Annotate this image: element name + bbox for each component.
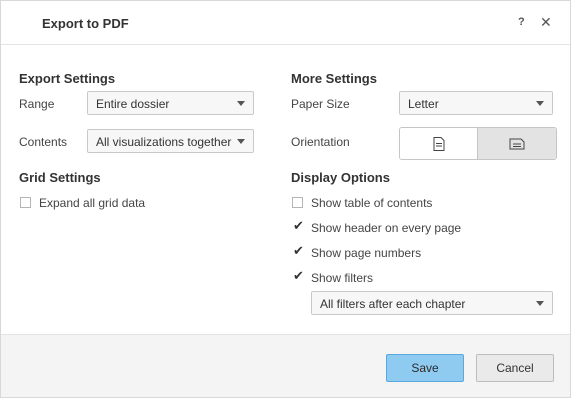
export-settings-title: Export Settings [19, 71, 116, 86]
checkmark-icon: ✔ [293, 268, 304, 283]
dialog-footer: Save Cancel [1, 334, 570, 397]
help-icon[interactable]: ? [518, 16, 525, 28]
show-header-label: Show header on every page [311, 221, 462, 235]
range-select[interactable]: Entire dossier [87, 91, 254, 115]
document-portrait-icon [433, 136, 444, 151]
show-filters-checkbox[interactable]: ✔ Show filters [292, 268, 472, 285]
chevron-down-icon [536, 101, 544, 106]
expand-grid-label: Expand all grid data [39, 196, 146, 210]
contents-select[interactable]: All visualizations together [87, 129, 254, 153]
expand-grid-checkbox[interactable]: Expand all grid data [20, 196, 180, 210]
show-page-numbers-checkbox[interactable]: ✔ Show page numbers [292, 243, 472, 260]
more-settings-title: More Settings [291, 71, 377, 86]
save-button[interactable]: Save [386, 354, 464, 382]
paper-size-select-value: Letter [408, 97, 439, 111]
range-label: Range [19, 97, 55, 111]
orientation-label: Orientation [291, 135, 350, 149]
show-toc-label: Show table of contents [311, 196, 433, 210]
paper-size-label: Paper Size [291, 97, 350, 111]
chevron-down-icon [536, 301, 544, 306]
dialog-header: Export to PDF ? ✕ [1, 1, 570, 45]
checkbox-box [20, 197, 31, 208]
show-page-numbers-label: Show page numbers [311, 246, 422, 260]
orientation-landscape-button[interactable] [478, 128, 556, 159]
filters-mode-select-value: All filters after each chapter [320, 297, 466, 311]
checkmark-icon: ✔ [293, 243, 304, 258]
chevron-down-icon [237, 101, 245, 106]
dialog-title: Export to PDF [42, 16, 129, 31]
chevron-down-icon [237, 139, 245, 144]
checkbox-box [292, 197, 303, 208]
filters-mode-select[interactable]: All filters after each chapter [311, 291, 553, 315]
display-options-title: Display Options [291, 170, 390, 185]
grid-settings-title: Grid Settings [19, 170, 101, 185]
contents-label: Contents [19, 135, 68, 149]
contents-select-value: All visualizations together [96, 135, 232, 149]
cancel-button[interactable]: Cancel [476, 354, 554, 382]
document-landscape-icon [509, 138, 525, 149]
range-select-value: Entire dossier [96, 97, 170, 111]
paper-size-select[interactable]: Letter [399, 91, 553, 115]
checkmark-icon: ✔ [293, 218, 304, 233]
close-icon[interactable]: ✕ [540, 14, 552, 31]
show-toc-checkbox[interactable]: Show table of contents [292, 196, 472, 210]
orientation-portrait-button[interactable] [400, 128, 478, 159]
show-filters-label: Show filters [311, 271, 374, 285]
orientation-toggle [399, 127, 557, 160]
show-header-checkbox[interactable]: ✔ Show header on every page [292, 218, 472, 235]
export-pdf-dialog: Export to PDF ? ✕ Export Settings Range … [0, 0, 571, 398]
